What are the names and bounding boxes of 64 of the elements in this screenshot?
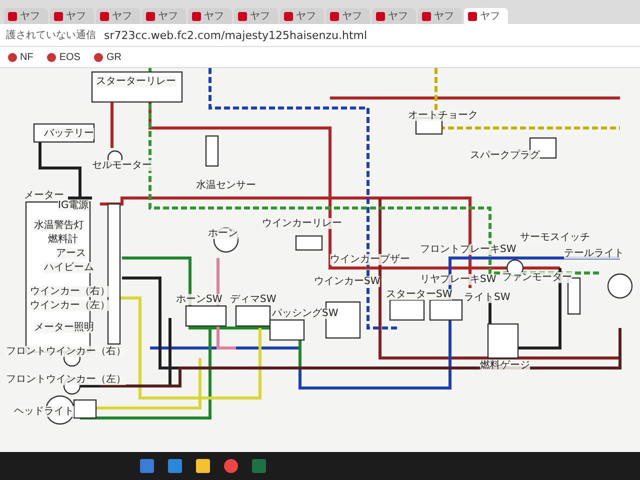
bookmark[interactable]: NF [8, 52, 34, 62]
site-icon [8, 12, 17, 20]
component-label: メーター [24, 190, 64, 201]
terminal-label: 水温警告灯 [34, 220, 84, 231]
browser-tab[interactable]: ヤフ [96, 8, 140, 24]
bookmark-icon [8, 52, 17, 62]
terminal-label: ウインカー（右） [30, 286, 110, 297]
component-label: ホーンSW [176, 294, 222, 305]
terminal-label: ハイビーム [44, 262, 94, 273]
site-icon [100, 12, 109, 20]
component-label: フロントウインカー（左） [6, 374, 126, 385]
browser-tab[interactable]: ヤフ [4, 8, 48, 24]
component-label: テールライト [564, 248, 624, 259]
site-icon [468, 12, 477, 20]
browser-tab[interactable]: ヤフ [142, 8, 186, 24]
bookmark-icon [94, 52, 104, 62]
site-icon [238, 12, 247, 20]
bookmark[interactable]: GR [94, 52, 122, 62]
component-label: フロントブレーキSW [420, 244, 516, 255]
browser-tab[interactable]: ヤフ [464, 8, 508, 24]
site-icon [54, 12, 63, 20]
site-icon [422, 12, 431, 20]
component-label: ヘッドライト [14, 406, 74, 417]
component-label: バッテリー [44, 128, 94, 139]
site-icon [192, 12, 201, 20]
component-label: スターターSW [386, 289, 452, 300]
site-icon [284, 12, 293, 20]
terminal-label: ウインカー（左） [30, 300, 110, 311]
component-label: ディマSW [230, 294, 276, 305]
component-label: ホーン [208, 228, 238, 239]
terminal-label: IG電源 [58, 200, 89, 211]
component-label: 燃料ゲージ [480, 360, 530, 371]
component-label: ウインカーブザー [330, 254, 410, 265]
component-label: スターターリレー [96, 76, 176, 87]
browser-tab[interactable]: ヤフ [418, 8, 462, 24]
component-label: スパークプラグ [470, 150, 540, 161]
browser-tab[interactable]: ヤフ [50, 8, 94, 24]
component-label: ウインカーSW [314, 276, 380, 287]
component-label: 水温センサー [196, 180, 256, 191]
component-label: リヤブレーキSW [420, 274, 496, 285]
terminal-label: メーター照明 [34, 322, 94, 333]
browser-tab[interactable]: ヤフ [234, 8, 278, 24]
taskbar-app-icon[interactable] [168, 459, 182, 473]
component-label: ファンモーター [502, 272, 572, 283]
bookmark-icon [47, 52, 56, 62]
address-url[interactable]: sr723cc.web.fc2.com/majesty125haisenzu.html [104, 28, 368, 42]
component-label: パッシングSW [272, 308, 338, 319]
taskbar-app-icon[interactable] [140, 459, 154, 473]
site-icon [330, 12, 339, 20]
browser-tab[interactable]: ヤフ [372, 8, 416, 24]
terminal-label: 燃料計 [48, 234, 78, 245]
site-icon [376, 12, 385, 20]
security-warning: 護されていない通信 [6, 28, 96, 42]
terminal-label: アース [56, 248, 86, 259]
bookmark[interactable]: EOS [47, 52, 80, 62]
component-label: オートチョーク [408, 110, 478, 121]
component-label: サーモスイッチ [520, 232, 590, 243]
browser-tab[interactable]: ヤフ [188, 8, 232, 24]
component-label: ライトSW [464, 292, 510, 303]
site-icon [146, 12, 155, 20]
component-label: ウインカーリレー [262, 218, 342, 229]
browser-tab[interactable]: ヤフ [280, 8, 324, 24]
component-label: セルモーター [92, 160, 152, 171]
browser-tab[interactable]: ヤフ [326, 8, 370, 24]
